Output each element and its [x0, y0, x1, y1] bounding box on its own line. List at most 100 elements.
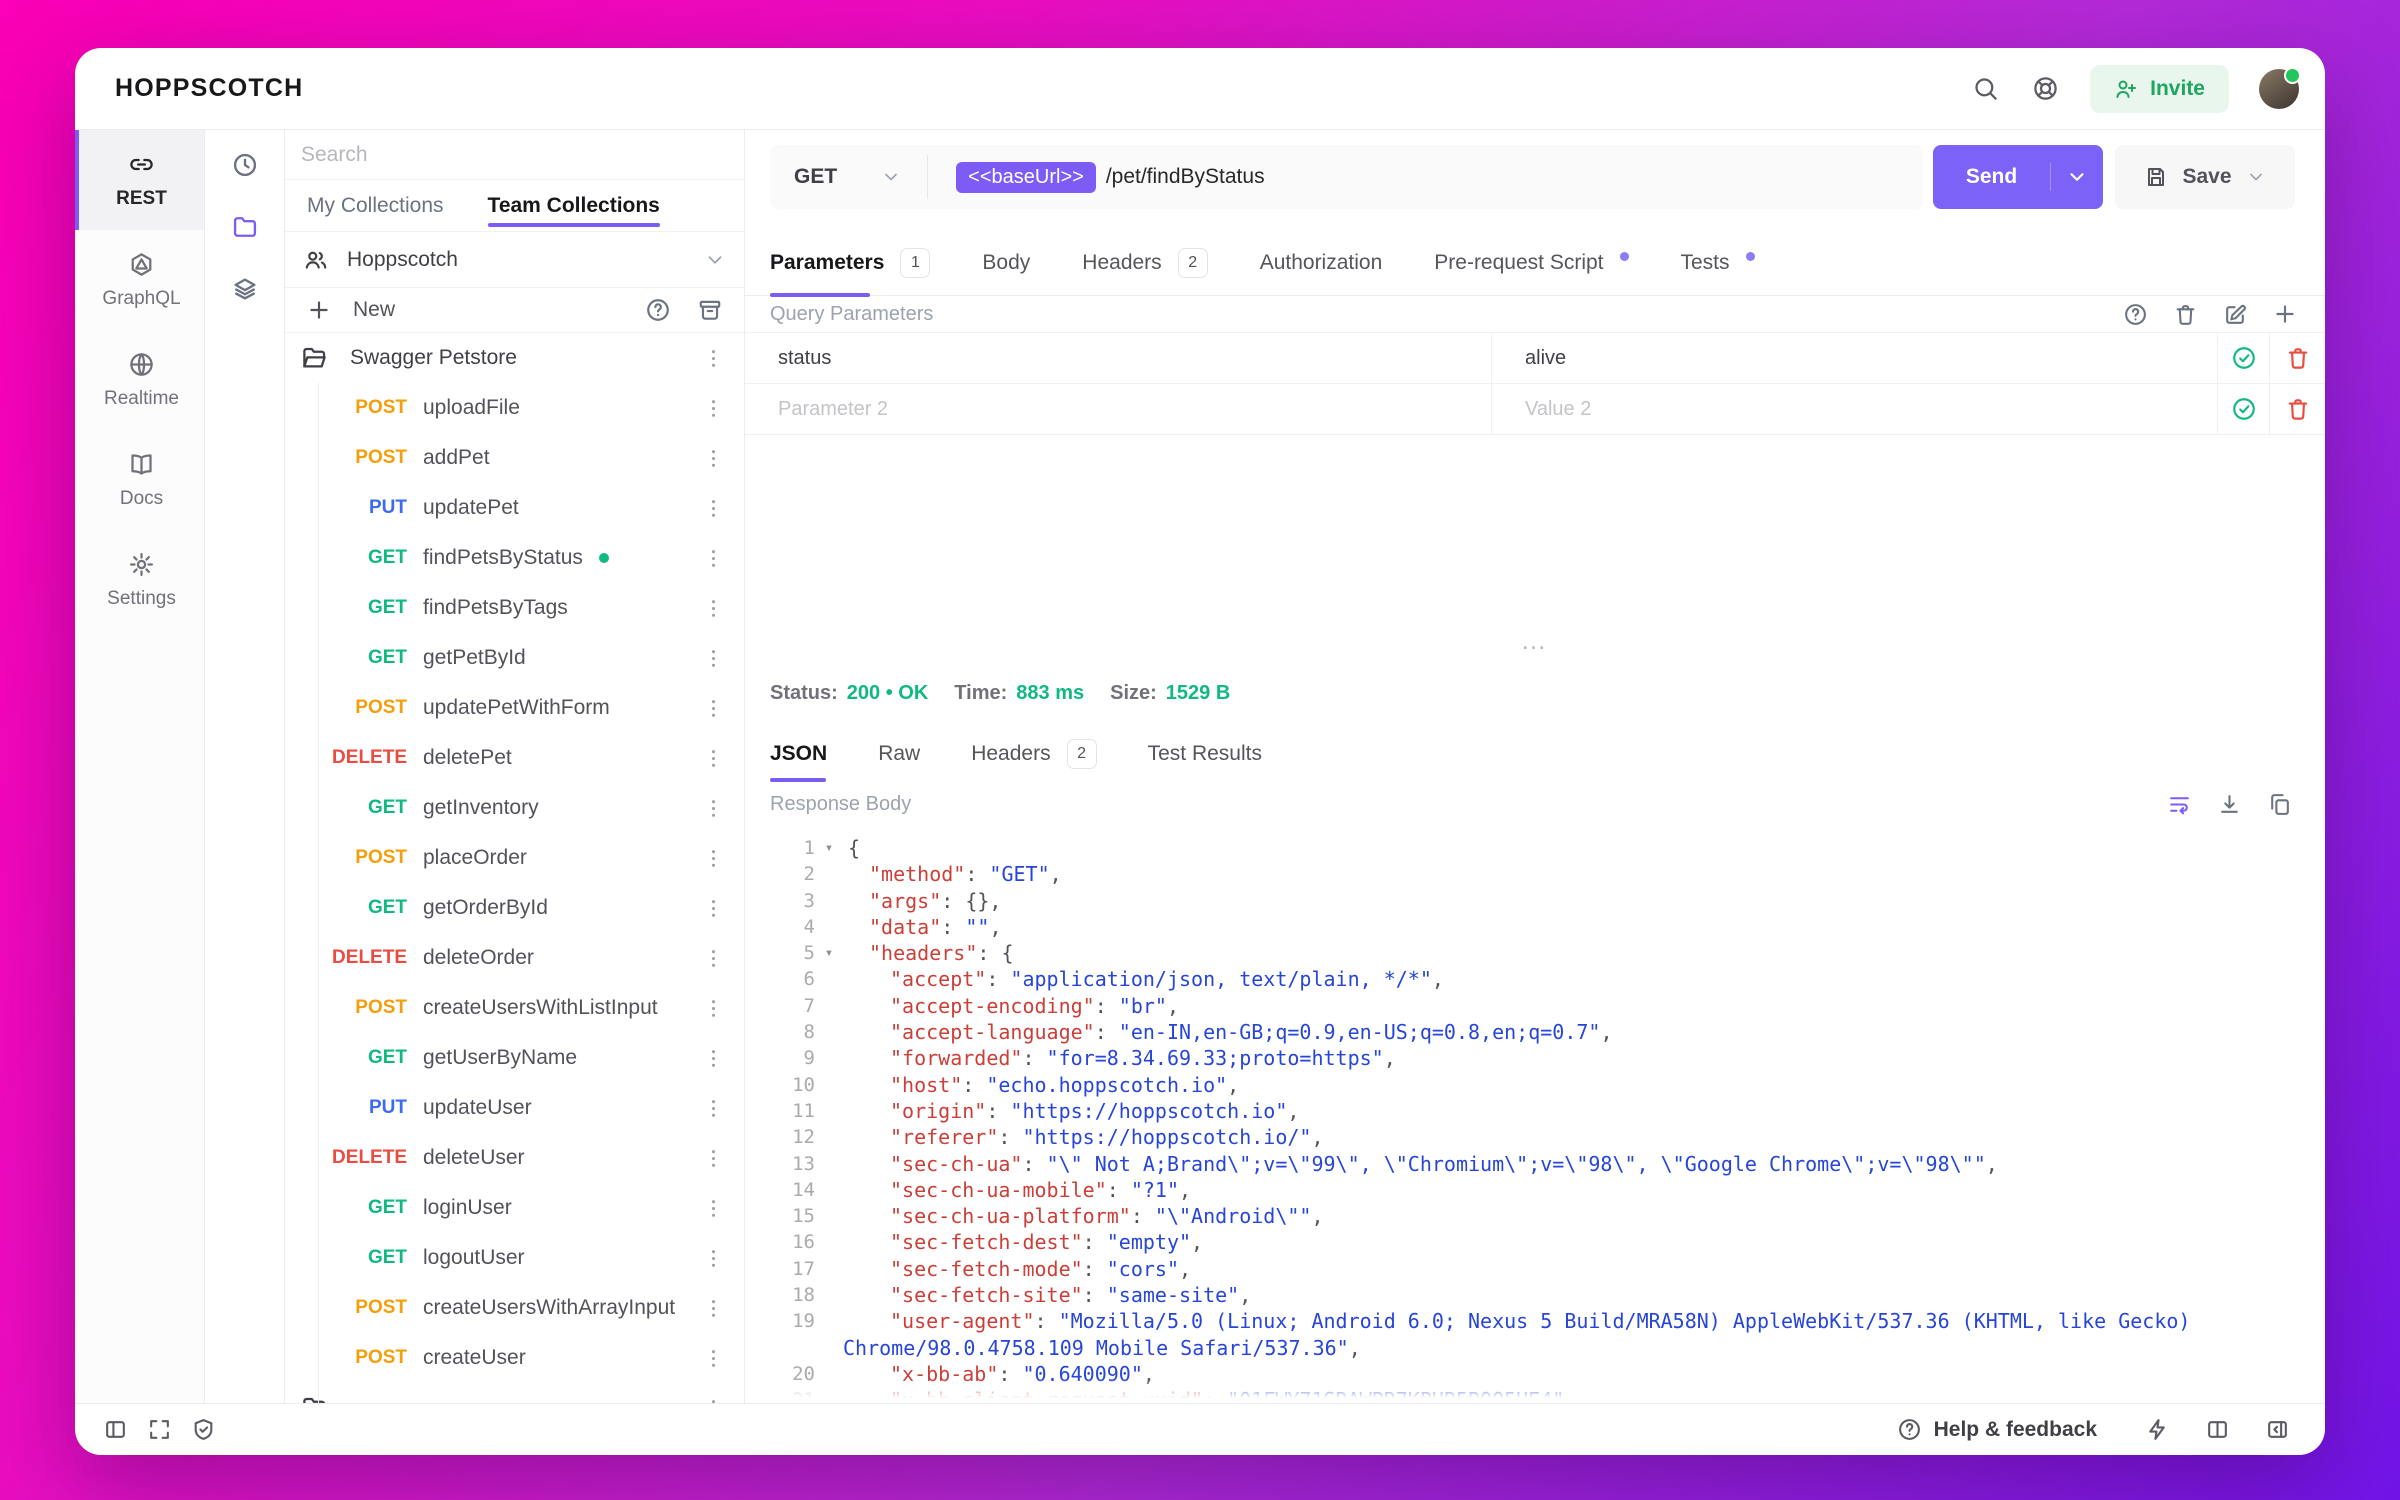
sidebar-item-settings[interactable]: Settings: [75, 530, 204, 630]
kebab-menu-icon[interactable]: [698, 1146, 728, 1171]
kebab-menu-icon[interactable]: [698, 946, 728, 971]
kebab-menu-icon[interactable]: [698, 1196, 728, 1221]
kebab-menu-icon[interactable]: [698, 896, 728, 921]
kebab-menu-icon[interactable]: [698, 1346, 728, 1371]
kebab-menu-icon[interactable]: [698, 596, 728, 621]
fullscreen-button[interactable]: [137, 1408, 181, 1452]
kebab-menu-icon[interactable]: [698, 1296, 728, 1321]
collections-search[interactable]: Search: [285, 130, 744, 180]
request-item-getInventory[interactable]: GET getInventory: [285, 783, 744, 833]
kebab-menu-icon[interactable]: [698, 1046, 728, 1071]
sidebar-item-graphql[interactable]: GraphQL: [75, 230, 204, 330]
kebab-menu-icon[interactable]: [698, 996, 728, 1021]
help-feedback-button[interactable]: Help & feedback: [1897, 1417, 2097, 1442]
kebab-menu-icon[interactable]: [698, 796, 728, 821]
copy-response-button[interactable]: [2261, 786, 2297, 822]
invite-button[interactable]: Invite: [2090, 64, 2229, 113]
tab-tests[interactable]: Tests: [1681, 230, 1755, 295]
tab-body[interactable]: Body: [982, 230, 1030, 295]
tab-pre-request-script[interactable]: Pre-request Script: [1434, 230, 1629, 295]
send-button[interactable]: Send: [1933, 145, 2103, 209]
request-item-findPetsByTags[interactable]: GET findPetsByTags: [285, 583, 744, 633]
wrap-lines-button[interactable]: [2161, 786, 2197, 822]
interceptor-button[interactable]: [181, 1408, 225, 1452]
method-select[interactable]: GET: [770, 165, 927, 189]
response-tab-raw[interactable]: Raw: [878, 728, 920, 780]
request-item-addPet[interactable]: POST addPet: [285, 433, 744, 483]
tab-parameters[interactable]: Parameters 1: [770, 230, 931, 297]
kebab-menu-icon[interactable]: [698, 696, 728, 721]
kebab-menu-icon[interactable]: [698, 446, 728, 471]
request-item-uploadFile[interactable]: POST uploadFile: [285, 383, 744, 433]
request-item-updatePet[interactable]: PUT updatePet: [285, 483, 744, 533]
column-layout-button[interactable]: [2195, 1408, 2239, 1452]
tab-headers[interactable]: Headers 2: [1082, 230, 1208, 295]
response-tab-headers[interactable]: Headers 2: [971, 728, 1097, 780]
save-button[interactable]: Save: [2115, 145, 2295, 209]
param-toggle-button[interactable]: [2218, 333, 2270, 383]
param-value-input[interactable]: Value 2: [1492, 384, 2218, 434]
collection-folder[interactable]: Swagger Petstore: [285, 333, 744, 383]
shortcuts-button[interactable]: [2135, 1408, 2179, 1452]
collections-tab-my-collections[interactable]: My Collections: [307, 180, 444, 231]
request-item-createUsersWithArrayInput[interactable]: POST createUsersWithArrayInput: [285, 1283, 744, 1333]
param-delete-button[interactable]: [2270, 384, 2325, 434]
new-collection-button[interactable]: [301, 292, 337, 328]
param-delete-button[interactable]: [2270, 333, 2325, 383]
param-value-input[interactable]: alive: [1492, 333, 2218, 383]
params-add-button[interactable]: [2267, 296, 2303, 332]
param-key-input[interactable]: Parameter 2: [745, 384, 1492, 434]
avatar[interactable]: [2259, 66, 2301, 109]
kebab-menu-icon[interactable]: [698, 396, 728, 421]
sidebar-item-docs[interactable]: Docs: [75, 430, 204, 530]
params-bulk-edit-button[interactable]: [2217, 296, 2253, 332]
import-export-button[interactable]: [692, 292, 728, 328]
param-toggle-button[interactable]: [2218, 384, 2270, 434]
kebab-menu-icon[interactable]: [698, 646, 728, 671]
response-body-code[interactable]: 1 ▾{2 "method": "GET", 3 "args": {}, 4 "data":…: [745, 835, 2325, 1403]
param-key-input[interactable]: status: [745, 333, 1492, 383]
request-item-getOrderById[interactable]: GET getOrderById: [285, 883, 744, 933]
request-item-placeOrder[interactable]: POST placeOrder: [285, 833, 744, 883]
kebab-menu-icon[interactable]: [698, 846, 728, 871]
download-response-button[interactable]: [2211, 786, 2247, 822]
rail-history-button[interactable]: [222, 142, 268, 188]
collections-tab-team-collections[interactable]: Team Collections: [487, 180, 661, 231]
request-item-createUsersWithListInput[interactable]: POST createUsersWithListInput: [285, 983, 744, 1033]
request-item-findPetsByStatus[interactable]: GET findPetsByStatus: [285, 533, 744, 583]
sidebar-item-rest[interactable]: REST: [75, 130, 204, 230]
sidebar-item-realtime[interactable]: Realtime: [75, 330, 204, 430]
request-item-getUserByName[interactable]: GET getUserByName: [285, 1033, 744, 1083]
request-item-updatePetWithForm[interactable]: POST updatePetWithForm: [285, 683, 744, 733]
support-button[interactable]: [2022, 66, 2068, 112]
team-selector[interactable]: Hoppscotch: [285, 232, 744, 288]
request-item-createUser[interactable]: POST createUser: [285, 1333, 744, 1383]
kebab-menu-icon[interactable]: [698, 496, 728, 521]
kebab-menu-icon[interactable]: [698, 546, 728, 571]
url-input[interactable]: <<baseUrl>> /pet/findByStatus: [928, 161, 1265, 193]
params-help-button[interactable]: [2117, 296, 2153, 332]
fold-arrow-icon[interactable]: ▾: [815, 940, 843, 966]
collections-help-button[interactable]: [640, 292, 676, 328]
fold-arrow-icon[interactable]: ▾: [815, 835, 843, 861]
request-item-getPetById[interactable]: GET getPetById: [285, 633, 744, 683]
request-item-deletePet[interactable]: DELETE deletePet: [285, 733, 744, 783]
pane-resize-handle[interactable]: …: [745, 627, 2325, 653]
request-item-loginUser[interactable]: GET loginUser: [285, 1183, 744, 1233]
kebab-menu-icon[interactable]: [698, 746, 728, 771]
collection-folder-clipped[interactable]: [285, 1383, 744, 1403]
params-clear-all-button[interactable]: [2167, 296, 2203, 332]
response-tab-test-results[interactable]: Test Results: [1148, 728, 1262, 780]
tab-authorization[interactable]: Authorization: [1260, 230, 1383, 295]
collapse-right-panel-button[interactable]: [2255, 1408, 2299, 1452]
rail-collections-button[interactable]: [222, 204, 268, 250]
request-item-deleteOrder[interactable]: DELETE deleteOrder: [285, 933, 744, 983]
response-tab-json[interactable]: JSON: [770, 728, 827, 782]
kebab-menu-icon[interactable]: [698, 1396, 728, 1404]
request-item-updateUser[interactable]: PUT updateUser: [285, 1083, 744, 1133]
request-item-logoutUser[interactable]: GET logoutUser: [285, 1233, 744, 1283]
kebab-menu-icon[interactable]: [698, 1246, 728, 1271]
kebab-menu-icon[interactable]: [698, 1096, 728, 1121]
toggle-sidebar-button[interactable]: [93, 1408, 137, 1452]
rail-environments-button[interactable]: [222, 266, 268, 312]
